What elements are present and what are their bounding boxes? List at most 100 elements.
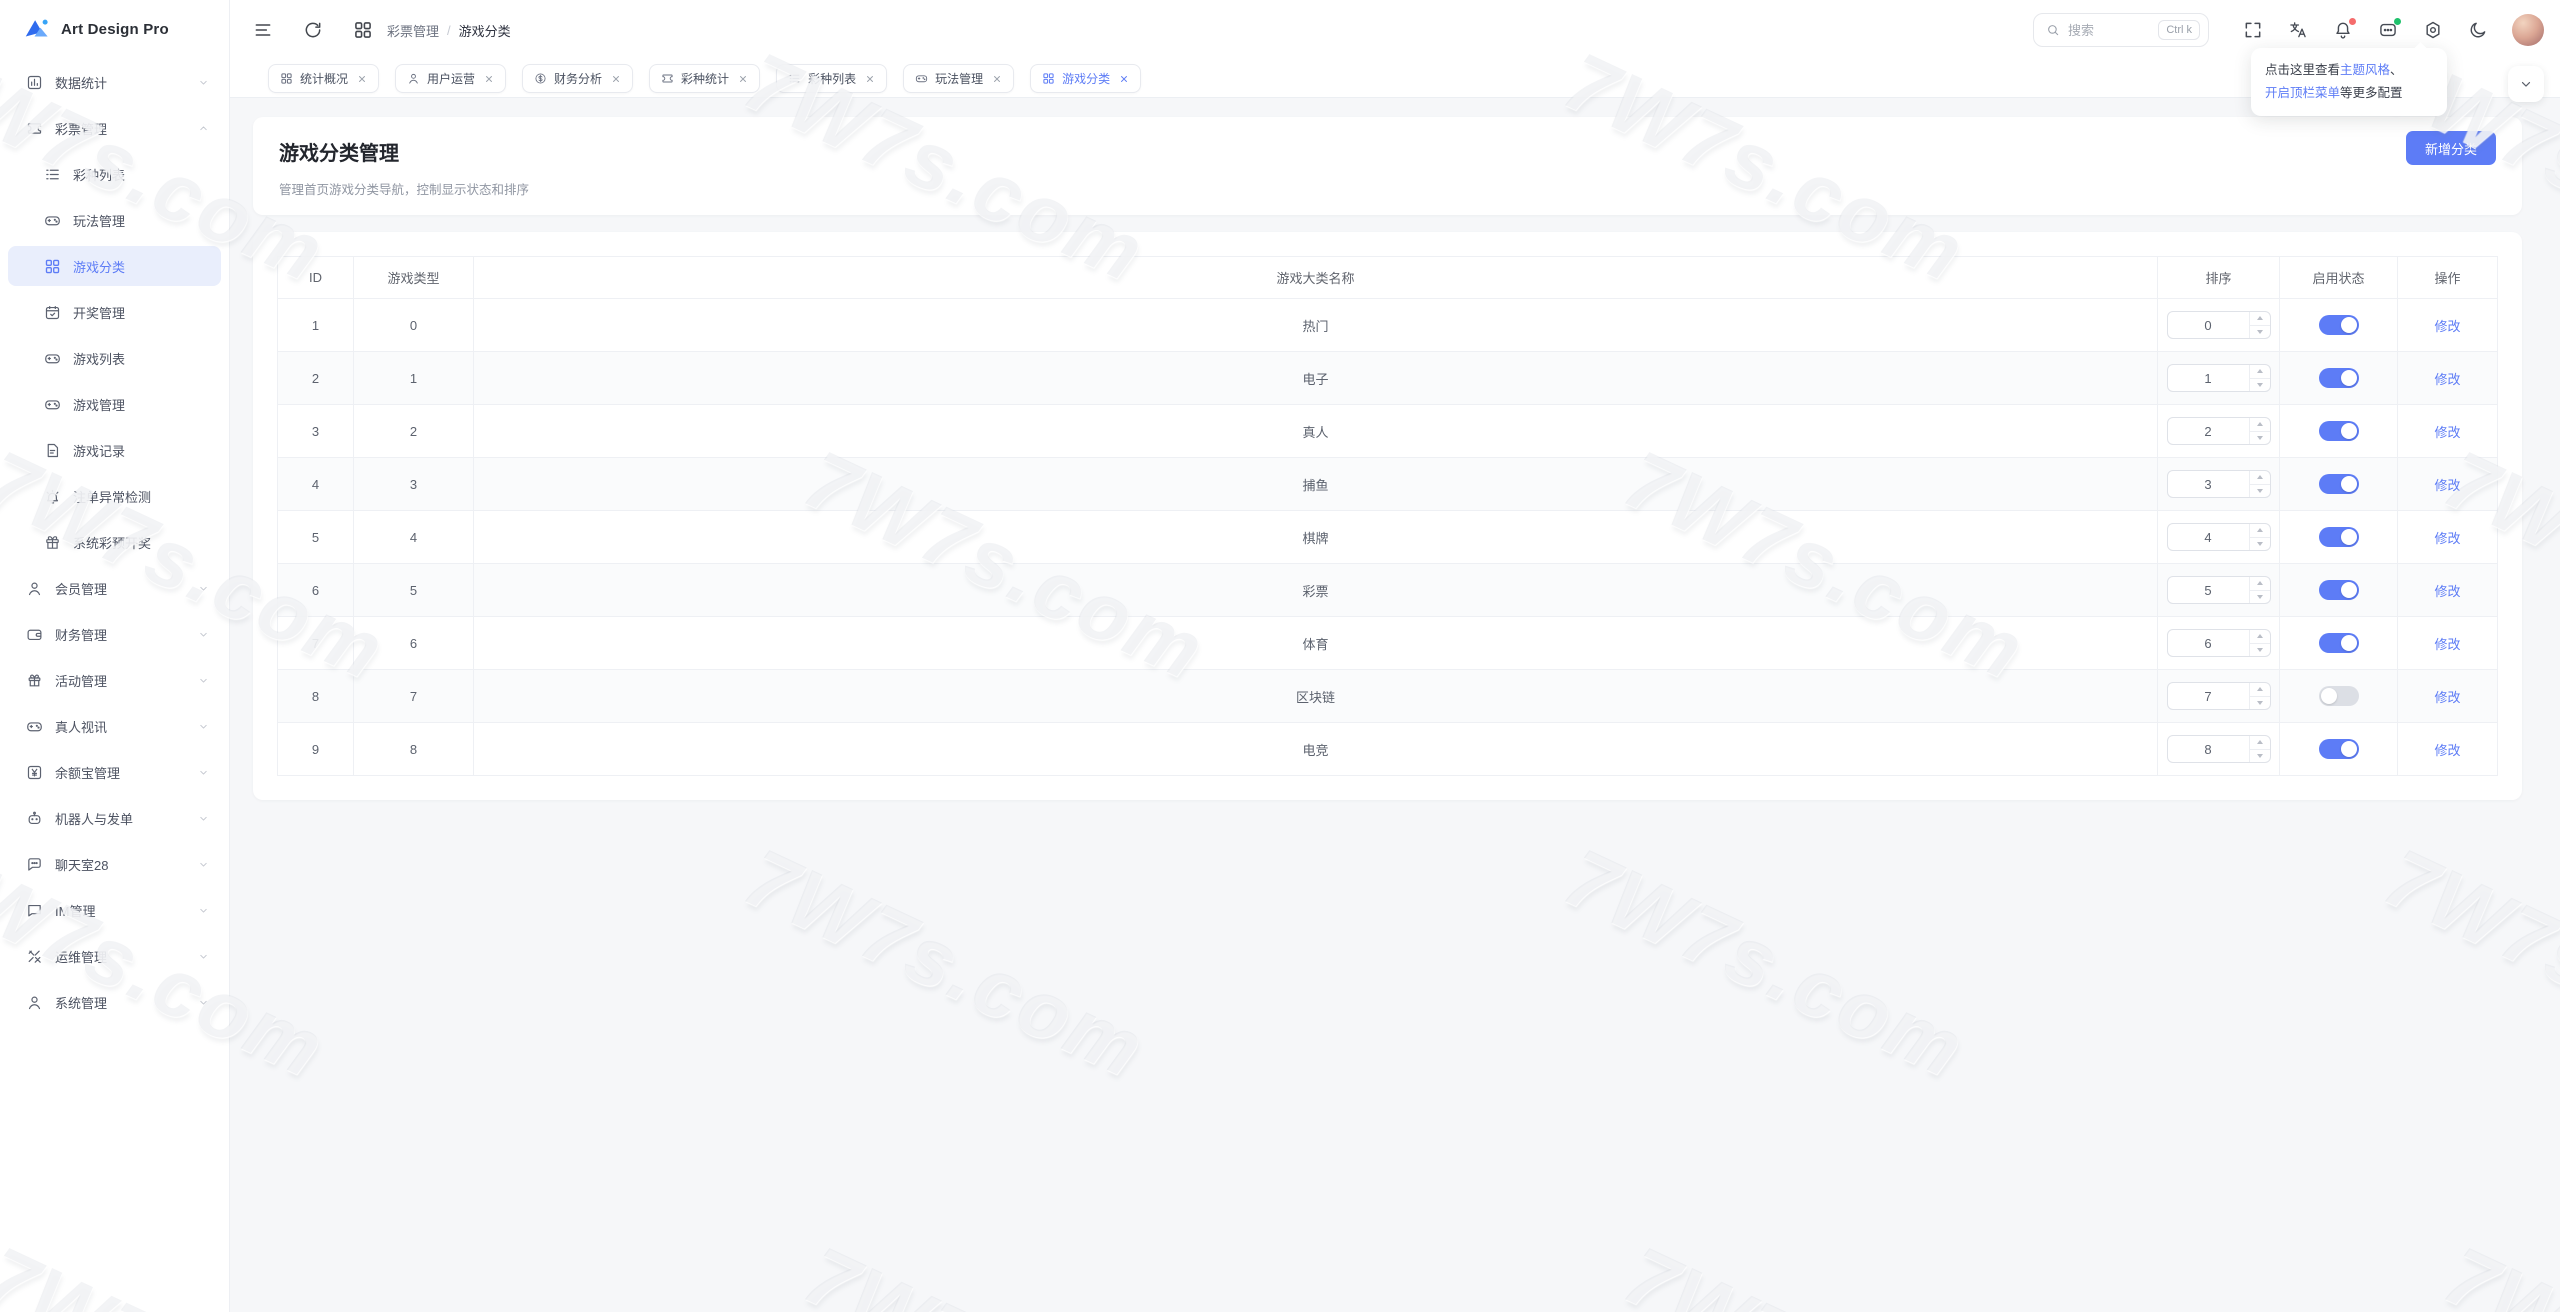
sidebar-item-game-category[interactable]: 游戏分类 [8, 246, 221, 286]
sidebar-item-game-records[interactable]: 游戏记录 [8, 430, 221, 470]
increase-button[interactable] [2250, 418, 2270, 432]
theme-style-link[interactable]: 主题风格 [2340, 63, 2390, 77]
sidebar-item-lottery-mgmt[interactable]: 彩票管理 [8, 108, 221, 148]
enable-toggle[interactable] [2319, 474, 2359, 494]
edit-link[interactable]: 修改 [2434, 319, 2460, 334]
refresh-icon[interactable] [303, 20, 323, 40]
avatar[interactable] [2512, 14, 2544, 46]
apps-icon[interactable] [353, 20, 373, 40]
sort-input[interactable]: 6 [2167, 629, 2271, 657]
edit-link[interactable]: 修改 [2434, 531, 2460, 546]
sidebar-item-system-lottery-predraw[interactable]: 系统彩预开奖 [8, 522, 221, 562]
sort-input[interactable]: 8 [2167, 735, 2271, 763]
calendar-icon [44, 304, 61, 321]
sidebar-item-ops-mgmt[interactable]: 运维管理 [8, 936, 221, 976]
tab-lottery-list[interactable]: 彩种列表 [776, 64, 887, 93]
yen-icon [26, 764, 43, 781]
edit-link[interactable]: 修改 [2434, 425, 2460, 440]
fullscreen-button[interactable] [2243, 20, 2263, 40]
sidebar-item-chatroom28[interactable]: 聊天室28 [8, 844, 221, 884]
sidebar-item-activity-mgmt[interactable]: 活动管理 [8, 660, 221, 700]
sidebar-item-im-mgmt[interactable]: IM管理 [8, 890, 221, 930]
sidebar-item-game-mgmt[interactable]: 游戏管理 [8, 384, 221, 424]
decrease-button[interactable] [2250, 432, 2270, 445]
table-card: ID 游戏类型 游戏大类名称 排序 启用状态 操作 10热门0修改21电子1修改… [253, 232, 2522, 800]
decrease-button[interactable] [2250, 326, 2270, 339]
sidebar-item-label: 真人视讯 [55, 717, 107, 736]
message-button[interactable] [2378, 20, 2398, 40]
sort-input[interactable]: 0 [2167, 311, 2271, 339]
tabbar: 统计概况用户运营财务分析彩种统计彩种列表玩法管理游戏分类 [230, 60, 2560, 98]
sidebar-item-yuebao-mgmt[interactable]: 余额宝管理 [8, 752, 221, 792]
decrease-button[interactable] [2250, 379, 2270, 392]
increase-button[interactable] [2250, 312, 2270, 326]
edit-link[interactable]: 修改 [2434, 478, 2460, 493]
tooltip-text: 点击这里查看 [2265, 63, 2340, 77]
decrease-button[interactable] [2250, 644, 2270, 657]
sidebar-item-robot-dispatch[interactable]: 机器人与发单 [8, 798, 221, 838]
sidebar-item-live-video[interactable]: 真人视讯 [8, 706, 221, 746]
search-input[interactable] [2068, 23, 2150, 38]
type-cell: 8 [354, 723, 474, 776]
sort-input[interactable]: 3 [2167, 470, 2271, 498]
sidebar-item-draw-mgmt[interactable]: 开奖管理 [8, 292, 221, 332]
enable-toggle[interactable] [2319, 686, 2359, 706]
decrease-button[interactable] [2250, 485, 2270, 498]
sort-input[interactable]: 1 [2167, 364, 2271, 392]
app-logo[interactable]: Art Design Pro [8, 0, 221, 58]
sidebar-item-data-stats[interactable]: 数据统计 [8, 62, 221, 102]
enable-toggle[interactable] [2319, 368, 2359, 388]
edit-link[interactable]: 修改 [2434, 637, 2460, 652]
sidebar-item-order-anomaly-check[interactable]: 注单异常检测 [8, 476, 221, 516]
tab-stats-overview[interactable]: 统计概况 [268, 64, 379, 93]
edit-link[interactable]: 修改 [2434, 690, 2460, 705]
sort-input[interactable]: 7 [2167, 682, 2271, 710]
increase-button[interactable] [2250, 524, 2270, 538]
moon-button[interactable] [2468, 20, 2488, 40]
sort-input[interactable]: 5 [2167, 576, 2271, 604]
top-menu-link[interactable]: 开启顶栏菜单 [2265, 86, 2340, 100]
increase-button[interactable] [2250, 471, 2270, 485]
breadcrumb-parent[interactable]: 彩票管理 [387, 21, 439, 40]
sort-input[interactable]: 2 [2167, 417, 2271, 445]
decrease-button[interactable] [2250, 538, 2270, 551]
sidebar-item-member-mgmt[interactable]: 会员管理 [8, 568, 221, 608]
sidebar-item-lottery-list[interactable]: 彩种列表 [8, 154, 221, 194]
tab-play-mgmt[interactable]: 玩法管理 [903, 64, 1014, 93]
enable-toggle[interactable] [2319, 633, 2359, 653]
chevron-down-icon [198, 859, 209, 870]
tab-menu-button[interactable] [2508, 66, 2544, 102]
tab-game-category[interactable]: 游戏分类 [1030, 64, 1141, 93]
edit-link[interactable]: 修改 [2434, 743, 2460, 758]
increase-button[interactable] [2250, 577, 2270, 591]
sidebar-item-play-mgmt[interactable]: 玩法管理 [8, 200, 221, 240]
increase-button[interactable] [2250, 683, 2270, 697]
decrease-button[interactable] [2250, 591, 2270, 604]
settings-button[interactable] [2423, 20, 2443, 40]
decrease-button[interactable] [2250, 750, 2270, 763]
increase-button[interactable] [2250, 365, 2270, 379]
enable-toggle[interactable] [2319, 580, 2359, 600]
translate-button[interactable] [2288, 20, 2308, 40]
edit-link[interactable]: 修改 [2434, 584, 2460, 599]
tab-user-operations[interactable]: 用户运营 [395, 64, 506, 93]
increase-button[interactable] [2250, 630, 2270, 644]
bell-button[interactable] [2333, 20, 2353, 40]
increase-button[interactable] [2250, 736, 2270, 750]
enable-toggle[interactable] [2319, 527, 2359, 547]
search-box[interactable]: Ctrl k [2033, 13, 2209, 47]
sidebar-item-game-list[interactable]: 游戏列表 [8, 338, 221, 378]
add-category-button[interactable]: 新增分类 [2406, 131, 2496, 165]
sidebar-item-finance-mgmt[interactable]: 财务管理 [8, 614, 221, 654]
edit-link[interactable]: 修改 [2434, 372, 2460, 387]
tab-finance-analysis[interactable]: 财务分析 [522, 64, 633, 93]
sidebar-item-system-mgmt[interactable]: 系统管理 [8, 982, 221, 1022]
tab-lottery-stats[interactable]: 彩种统计 [649, 64, 760, 93]
sort-input[interactable]: 4 [2167, 523, 2271, 551]
menu-icon[interactable] [253, 20, 273, 40]
enable-toggle[interactable] [2319, 739, 2359, 759]
enable-toggle[interactable] [2319, 315, 2359, 335]
decrease-button[interactable] [2250, 697, 2270, 710]
enable-toggle[interactable] [2319, 421, 2359, 441]
action-cell: 修改 [2398, 564, 2498, 617]
